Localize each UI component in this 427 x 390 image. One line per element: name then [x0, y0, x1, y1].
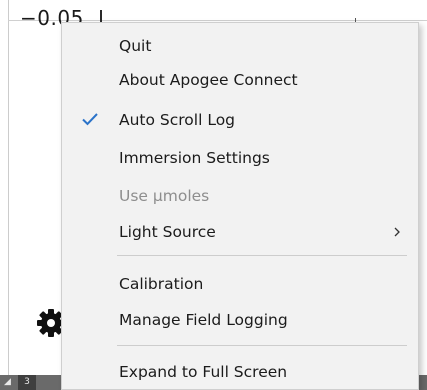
menu-item-manage-field-logging[interactable]: Manage Field Logging	[63, 303, 417, 337]
menu-item-label: Calibration	[119, 275, 204, 293]
menu-item-light-source[interactable]: Light Source	[63, 215, 417, 249]
resize-grip-icon: ◢	[4, 377, 11, 387]
chevron-right-icon	[394, 227, 400, 237]
menu-item-label: Light Source	[119, 223, 216, 241]
chart-left-border	[8, 0, 9, 375]
context-menu: Quit About Apogee Connect Auto Scroll Lo…	[61, 22, 419, 390]
menu-item-auto-scroll-log[interactable]: Auto Scroll Log	[63, 103, 417, 137]
menu-item-immersion-settings[interactable]: Immersion Settings	[63, 141, 417, 175]
checkmark-icon	[82, 113, 98, 126]
menu-item-use-umoles: Use µmoles	[63, 179, 417, 213]
menu-item-label: Use µmoles	[119, 187, 210, 205]
menu-item-label: Quit	[119, 37, 152, 55]
menu-item-calibration[interactable]: Calibration	[63, 267, 417, 301]
status-cell: 3	[18, 375, 36, 390]
menu-separator	[117, 255, 407, 256]
menu-item-label: Expand to Full Screen	[119, 363, 288, 381]
menu-item-quit[interactable]: Quit	[63, 29, 417, 63]
menu-item-expand-full-screen[interactable]: Expand to Full Screen	[63, 355, 417, 389]
menu-separator	[117, 345, 407, 346]
menu-item-label: About Apogee Connect	[119, 71, 298, 89]
menu-item-label: Auto Scroll Log	[119, 111, 236, 129]
app-window: −0.05 ◢ 3 Quit About Apogee Connect Auto…	[0, 0, 427, 390]
menu-item-about[interactable]: About Apogee Connect	[63, 63, 417, 97]
menu-item-label: Immersion Settings	[119, 149, 270, 167]
menu-item-label: Manage Field Logging	[119, 311, 288, 329]
